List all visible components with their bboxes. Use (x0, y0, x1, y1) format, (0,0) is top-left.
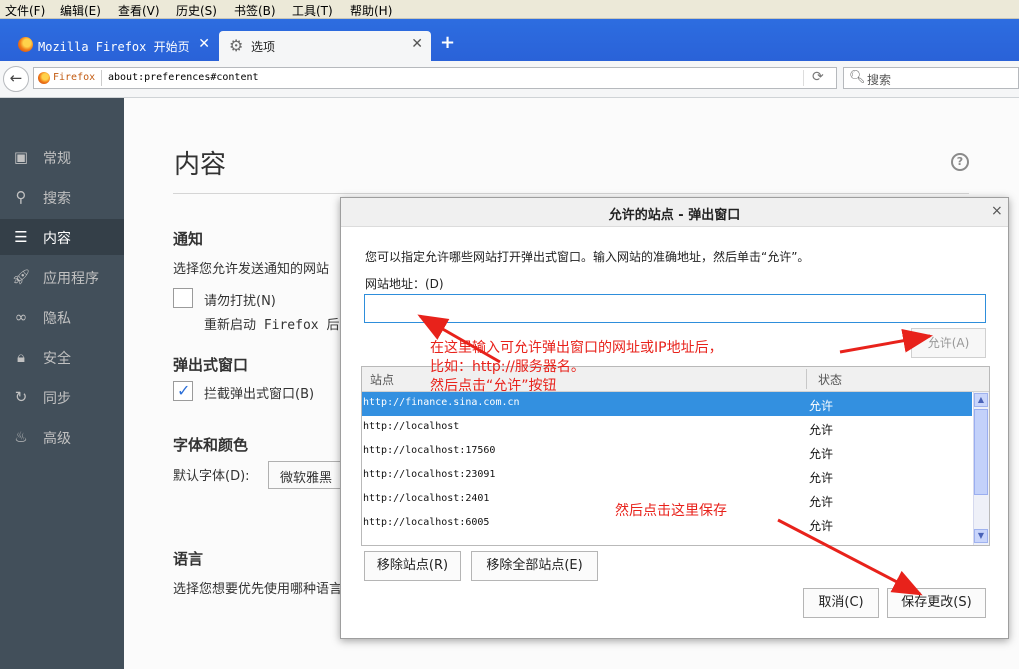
arrow-to-allow (839, 328, 933, 354)
annotation-save-hint: 然后点击这里保存 (615, 503, 727, 519)
arrow-to-save (777, 518, 923, 596)
annotation-line-2: 比如：http://服务器名。 (430, 359, 585, 375)
annotation-arrows (417, 314, 933, 596)
annotation-line-3: 然后点击“允许”按钮 (430, 378, 557, 394)
annotation-line-1: 在这里输入可允许弹出窗口的网址或IP地址后， (430, 340, 723, 356)
